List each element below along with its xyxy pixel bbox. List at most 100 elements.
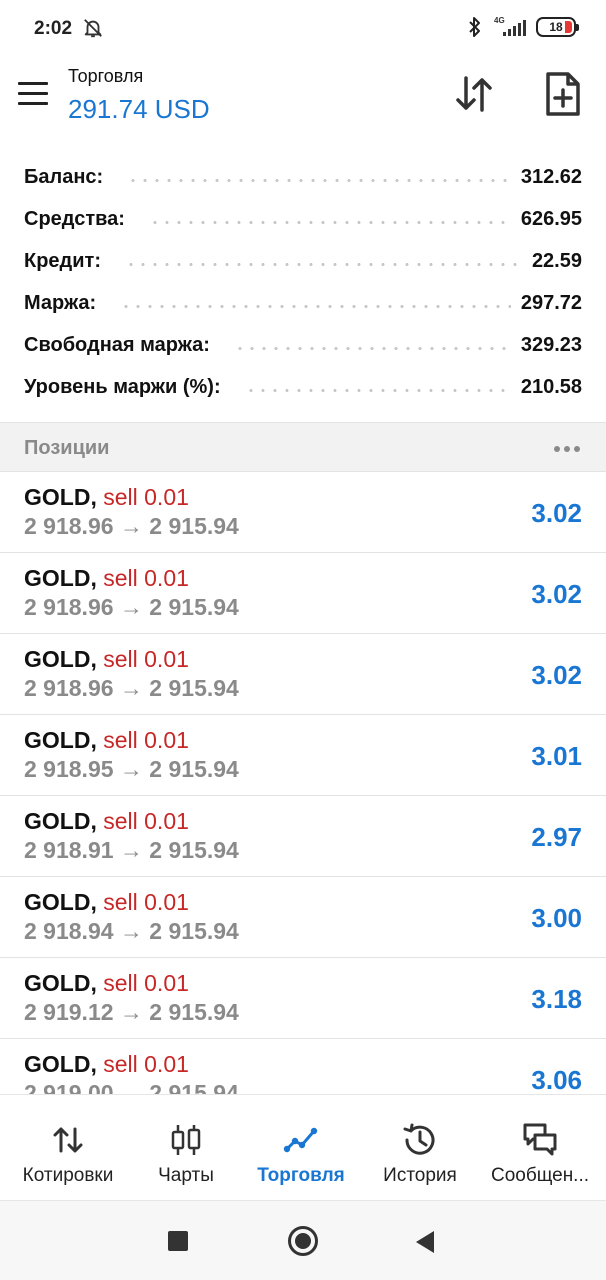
battery-level: 18 <box>549 20 563 34</box>
status-time: 2:02 <box>34 18 73 39</box>
position-symbol: GOLD, <box>24 1051 97 1077</box>
position-row[interactable]: GOLD, sell 0.01 2 918.94 → 2 915.94 3.00 <box>0 877 606 958</box>
quotes-arrows-icon <box>53 1127 83 1153</box>
summary-row-equity: Средства: 626.95 <box>0 198 606 240</box>
system-navigation-bar <box>0 1200 606 1280</box>
header-balance: 291.74 USD <box>68 94 210 124</box>
dotted-leader <box>120 304 511 308</box>
position-side: sell 0.01 <box>103 484 189 510</box>
position-side: sell 0.01 <box>103 970 189 996</box>
candlestick-chart-icon <box>171 1125 201 1155</box>
nav-item-messages[interactable]: Сообщен... <box>474 1095 606 1201</box>
dotted-leader <box>148 220 511 224</box>
position-side: sell 0.01 <box>103 646 189 672</box>
nav-label: Котировки <box>22 1165 114 1186</box>
summary-label: Уровень маржи (%): <box>24 375 221 398</box>
summary-label: Маржа: <box>24 291 97 314</box>
more-options-icon[interactable] <box>554 446 580 452</box>
position-profit: 3.02 <box>531 660 582 690</box>
position-prices: 2 918.96 → 2 915.94 <box>24 594 239 620</box>
position-prices: 2 918.95 → 2 915.94 <box>24 756 239 782</box>
new-order-document-plus-icon[interactable] <box>540 70 584 118</box>
bluetooth-icon <box>469 17 480 37</box>
position-profit: 3.02 <box>531 579 582 609</box>
positions-title: Позиции <box>24 437 110 459</box>
position-row[interactable]: GOLD, sell 0.01 2 919.12 → 2 915.94 3.18 <box>0 958 606 1039</box>
position-row[interactable]: GOLD, sell 0.01 2 918.91 → 2 915.94 2.97 <box>0 796 606 877</box>
position-side: sell 0.01 <box>103 1051 189 1077</box>
dotted-leader <box>233 346 511 350</box>
battery-icon: 18 <box>536 17 579 37</box>
summary-row-margin: Маржа: 297.72 <box>0 282 606 324</box>
position-profit: 3.01 <box>531 741 582 771</box>
position-side: sell 0.01 <box>103 565 189 591</box>
position-side: sell 0.01 <box>103 808 189 834</box>
summary-row-free-margin: Свободная маржа: 329.23 <box>0 324 606 366</box>
app-header: Торговля 291.74 USD <box>0 58 606 146</box>
summary-label: Баланс: <box>24 165 104 188</box>
hamburger-menu-icon[interactable] <box>18 82 50 106</box>
position-symbol: GOLD, <box>24 808 97 834</box>
status-bar: 2:02 4G 18 <box>0 0 606 58</box>
position-prices: 2 919.12 → 2 915.94 <box>24 999 239 1025</box>
nav-item-trade[interactable]: Торговля <box>236 1095 366 1201</box>
position-symbol: GOLD, <box>24 727 97 753</box>
summary-value: 329.23 <box>520 333 582 356</box>
position-row[interactable]: GOLD, sell 0.01 2 918.96 → 2 915.94 3.02 <box>0 553 606 634</box>
dotted-leader <box>125 262 522 266</box>
summary-value: 22.59 <box>531 249 582 272</box>
nav-label: Торговля <box>257 1165 345 1186</box>
summary-value: 626.95 <box>520 207 582 230</box>
position-profit: 2.97 <box>531 822 582 852</box>
home-circle-icon[interactable] <box>288 1226 318 1256</box>
muted-bell-icon <box>84 19 102 38</box>
trade-line-chart-icon <box>283 1127 318 1153</box>
nav-item-charts[interactable]: Чарты <box>136 1095 236 1201</box>
position-symbol: GOLD, <box>24 889 97 915</box>
history-clock-icon <box>403 1123 435 1155</box>
nav-label: История <box>383 1165 457 1186</box>
position-row[interactable]: GOLD, sell 0.01 2 918.96 → 2 915.94 3.02 <box>0 634 606 715</box>
position-prices: 2 918.96 → 2 915.94 <box>24 675 239 701</box>
position-side: sell 0.01 <box>103 727 189 753</box>
summary-value: 297.72 <box>520 291 582 314</box>
summary-value: 312.62 <box>520 165 582 188</box>
position-prices: 2 918.94 → 2 915.94 <box>24 918 239 944</box>
position-prices: 2 919.00 → 2 915.94 <box>24 1080 239 1094</box>
position-profit: 3.02 <box>531 498 582 528</box>
position-side: sell 0.01 <box>103 889 189 915</box>
position-row[interactable]: GOLD, sell 0.01 2 918.95 → 2 915.94 3.01 <box>0 715 606 796</box>
summary-label: Свободная маржа: <box>24 333 210 356</box>
dotted-leader <box>244 388 511 392</box>
nav-item-quotes[interactable]: Котировки <box>0 1095 136 1201</box>
nav-label: Сообщен... <box>490 1165 590 1186</box>
summary-row-credit: Кредит: 22.59 <box>0 240 606 282</box>
summary-label: Средства: <box>24 207 125 230</box>
cellular-signal-icon: 4G <box>492 16 526 38</box>
page-title: Торговля <box>68 66 144 86</box>
position-profit: 3.00 <box>531 903 582 933</box>
nav-item-history[interactable]: История <box>366 1095 474 1201</box>
position-prices: 2 918.91 → 2 915.94 <box>24 837 239 863</box>
account-summary: Баланс: 312.62 Средства: 626.95 Кредит: … <box>0 156 606 408</box>
position-symbol: GOLD, <box>24 970 97 996</box>
position-row[interactable]: GOLD, sell 0.01 2 918.96 → 2 915.94 3.02 <box>0 472 606 553</box>
positions-section-header: Позиции <box>0 422 606 472</box>
position-symbol: GOLD, <box>24 484 97 510</box>
recents-square-icon[interactable] <box>168 1231 188 1251</box>
back-triangle-icon[interactable] <box>416 1231 434 1253</box>
nav-label: Чарты <box>158 1165 214 1186</box>
summary-label: Кредит: <box>24 249 101 272</box>
position-profit: 3.06 <box>531 1065 582 1094</box>
position-symbol: GOLD, <box>24 646 97 672</box>
bottom-navigation: Котировки Чарты Торговля История Сообщен… <box>0 1094 606 1200</box>
position-prices: 2 918.96 → 2 915.94 <box>24 513 239 539</box>
summary-row-balance: Баланс: 312.62 <box>0 156 606 198</box>
messages-chat-icon <box>523 1123 557 1156</box>
positions-list: GOLD, sell 0.01 2 918.96 → 2 915.94 3.02… <box>0 472 606 1094</box>
summary-row-margin-level: Уровень маржи (%): 210.58 <box>0 366 606 408</box>
sort-arrows-icon[interactable] <box>452 72 496 116</box>
dotted-leader <box>127 178 511 182</box>
position-symbol: GOLD, <box>24 565 97 591</box>
position-row[interactable]: GOLD, sell 0.01 2 919.00 → 2 915.94 3.06 <box>0 1039 606 1094</box>
